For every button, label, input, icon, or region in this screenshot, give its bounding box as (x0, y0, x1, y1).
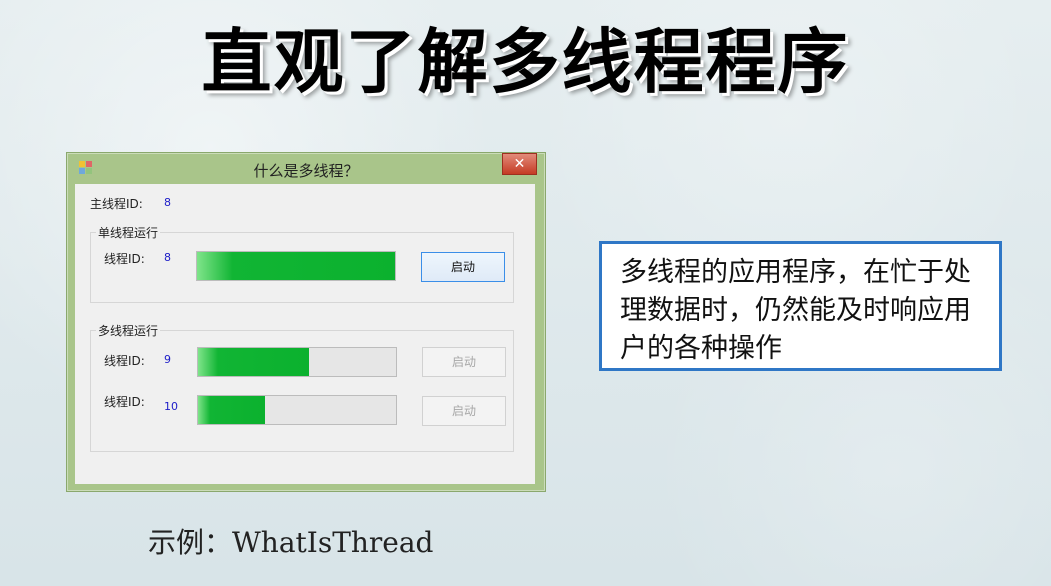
single-start-button[interactable]: 启动 (421, 252, 505, 282)
main-thread-label: 主线程ID: (90, 197, 143, 211)
single-thread-id: 8 (164, 251, 171, 264)
multi-thread2-progress (197, 395, 397, 425)
single-thread-group-title: 单线程运行 (96, 224, 161, 241)
window-title: 什么是多线程？ (253, 162, 359, 180)
single-thread-label: 线程ID: (104, 252, 145, 266)
window-titlebar: 什么是多线程？ ✕ (67, 153, 545, 184)
app-window: 什么是多线程？ ✕ 主线程ID: 8 单线程运行 线程ID: 8 启动 多线程运… (66, 152, 546, 492)
window-client-area: 主线程ID: 8 单线程运行 线程ID: 8 启动 多线程运行 线程ID: 9 … (75, 184, 535, 484)
multi-thread1-progress (197, 347, 397, 377)
multi-thread-group-title: 多线程运行 (96, 322, 161, 339)
multi-thread2-progress-fill (198, 396, 266, 424)
example-caption: 示例：WhatIsThread (148, 526, 434, 559)
close-button[interactable]: ✕ (502, 153, 537, 175)
single-thread-progress (196, 251, 396, 281)
main-thread-id: 8 (164, 196, 171, 209)
multi-thread1-label: 线程ID: (104, 354, 145, 368)
multi-thread1-id: 9 (164, 353, 171, 366)
explanation-text: 多线程的应用程序，在忙于处理数据时，仍然能及时响应用户的各种操作 (620, 257, 971, 364)
multi-thread2-id: 10 (164, 400, 178, 413)
multi-thread1-progress-fill (198, 348, 309, 376)
single-thread-progress-fill (197, 252, 395, 280)
explanation-callout: 多线程的应用程序，在忙于处理数据时，仍然能及时响应用户的各种操作 (599, 241, 1002, 371)
close-icon: ✕ (513, 156, 526, 172)
multi-thread2-start-button[interactable]: 启动 (422, 396, 506, 426)
multi-thread2-label: 线程ID: (104, 395, 145, 409)
slide-title: 直观了解多线程程序 (201, 21, 850, 103)
multi-thread1-start-button[interactable]: 启动 (422, 347, 506, 377)
